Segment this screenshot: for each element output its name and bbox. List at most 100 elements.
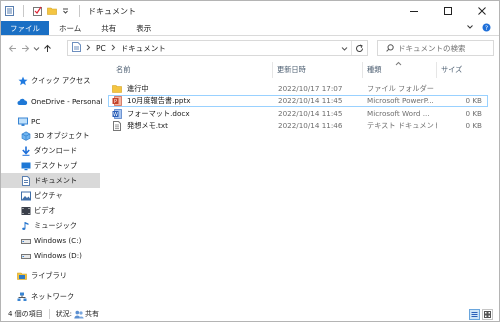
back-button[interactable] bbox=[6, 40, 19, 56]
file-row-txt[interactable]: 発想メモ.txt 2022/10/14 11:46 テキスト ドキュメント 0 … bbox=[108, 120, 488, 132]
nav-pictures[interactable]: ピクチャ bbox=[1, 188, 100, 203]
download-icon bbox=[21, 146, 31, 156]
nav-label: ドキュメント bbox=[34, 175, 78, 185]
cloud-icon bbox=[17, 97, 28, 107]
up-button[interactable] bbox=[41, 40, 54, 56]
file-type: ファイル フォルダー bbox=[367, 84, 434, 93]
breadcrumb-documents[interactable]: ドキュメント bbox=[121, 43, 166, 54]
folder-icon bbox=[112, 84, 122, 94]
svg-text:W: W bbox=[113, 112, 118, 118]
drive-icon bbox=[21, 236, 31, 246]
window-controls bbox=[397, 1, 499, 21]
nav-label: ピクチャ bbox=[34, 190, 63, 200]
svg-text:P: P bbox=[114, 99, 117, 105]
nav-drive-d[interactable]: Windows (D:) bbox=[1, 248, 100, 263]
desktop-icon bbox=[21, 161, 31, 171]
nav-desktop[interactable]: デスクトップ bbox=[1, 158, 100, 173]
tab-view[interactable]: 表示 bbox=[126, 21, 161, 35]
column-header-type[interactable]: 種類 bbox=[367, 62, 381, 78]
refresh-button[interactable] bbox=[351, 41, 367, 55]
breadcrumb-pc[interactable]: PC bbox=[96, 44, 106, 53]
column-divider[interactable] bbox=[436, 62, 437, 78]
search-input[interactable] bbox=[398, 43, 493, 53]
tab-share[interactable]: 共有 bbox=[91, 21, 126, 35]
large-icons-view-button[interactable] bbox=[482, 309, 493, 320]
file-row-pptx[interactable]: P 10月度報告書.pptx 2022/10/14 11:45 Microsof… bbox=[108, 95, 488, 107]
column-header-modified[interactable]: 更新日時 bbox=[277, 62, 306, 78]
nav-label: ライブラリ bbox=[31, 270, 67, 280]
toolbar-divider bbox=[23, 5, 24, 17]
search-icon bbox=[386, 44, 394, 52]
help-icon[interactable]: ? bbox=[482, 23, 491, 34]
recent-locations-button[interactable] bbox=[32, 40, 41, 56]
quick-access-toolbar bbox=[1, 5, 84, 17]
word-icon: W bbox=[112, 109, 122, 119]
network-icon bbox=[17, 292, 27, 302]
expand-ribbon-icon[interactable] bbox=[466, 23, 474, 33]
column-divider[interactable] bbox=[362, 62, 363, 78]
file-size: 0 KB bbox=[465, 96, 482, 105]
file-size: 0 KB bbox=[465, 121, 482, 130]
file-type: Microsoft PowerP... bbox=[367, 96, 434, 105]
nav-label: Windows (C:) bbox=[34, 236, 82, 245]
nav-downloads[interactable]: ダウンロード bbox=[1, 143, 100, 158]
nav-3d-objects[interactable]: 3D オブジェクト bbox=[1, 128, 100, 143]
file-size: 0 KB bbox=[465, 109, 482, 118]
star-icon bbox=[18, 76, 28, 86]
svg-text:?: ? bbox=[485, 24, 488, 32]
nav-pc[interactable]: PC bbox=[1, 114, 100, 129]
nav-music[interactable]: ミュージック bbox=[1, 218, 100, 233]
file-type: テキスト ドキュメント bbox=[367, 121, 437, 130]
picture-icon bbox=[21, 191, 31, 201]
nav-quick-access[interactable]: クイック アクセス bbox=[1, 73, 100, 88]
powerpoint-icon: P bbox=[112, 96, 122, 106]
item-count: 4 個の項目 bbox=[8, 310, 43, 318]
video-icon bbox=[21, 206, 31, 216]
file-date: 2022/10/14 11:46 bbox=[278, 121, 343, 130]
forward-button[interactable] bbox=[19, 40, 32, 56]
file-type: Microsoft Word ... bbox=[367, 109, 430, 118]
column-header-size[interactable]: サイズ bbox=[441, 62, 462, 78]
checkbox-icon[interactable] bbox=[33, 6, 42, 16]
properties-icon[interactable] bbox=[5, 6, 14, 16]
maximize-button[interactable] bbox=[431, 1, 465, 21]
column-header-name[interactable]: 名前 bbox=[116, 62, 130, 78]
details-view-button[interactable] bbox=[469, 309, 480, 320]
file-date: 2022/10/14 11:45 bbox=[278, 109, 343, 118]
nav-drive-c[interactable]: Windows (C:) bbox=[1, 233, 100, 248]
nav-label: PC bbox=[31, 117, 41, 126]
text-file-icon bbox=[112, 121, 122, 131]
file-name: 進行中 bbox=[127, 84, 149, 93]
computer-icon bbox=[18, 117, 28, 127]
toolbar-divider bbox=[79, 5, 80, 17]
nav-label: Windows (D:) bbox=[34, 251, 82, 260]
file-list: 名前 更新日時 種類 サイズ 進行中 2022/10/17 17:07 ファイル… bbox=[102, 59, 499, 306]
nav-label: ビデオ bbox=[34, 205, 56, 215]
address-dropdown-icon[interactable] bbox=[337, 41, 351, 55]
nav-network[interactable]: ネットワーク bbox=[1, 289, 100, 304]
nav-label: ミュージック bbox=[34, 220, 77, 230]
breadcrumb-separator-icon[interactable] bbox=[86, 44, 91, 53]
nav-videos[interactable]: ビデオ bbox=[1, 203, 100, 218]
ribbon-tabs: ファイル ホーム 共有 表示 ? bbox=[1, 21, 499, 36]
minimize-button[interactable] bbox=[397, 1, 431, 21]
address-row: PC ドキュメント bbox=[1, 37, 499, 59]
close-button[interactable] bbox=[465, 1, 499, 21]
nav-libraries[interactable]: ライブラリ bbox=[1, 268, 100, 283]
breadcrumb: PC ドキュメント bbox=[68, 42, 166, 54]
folder-icon[interactable] bbox=[47, 6, 57, 16]
tab-home[interactable]: ホーム bbox=[49, 21, 91, 35]
breadcrumb-separator-icon[interactable] bbox=[111, 44, 116, 53]
address-bar[interactable]: PC ドキュメント bbox=[67, 40, 368, 56]
chevron-down-icon[interactable] bbox=[61, 6, 70, 16]
column-divider[interactable] bbox=[272, 62, 273, 78]
nav-documents[interactable]: ドキュメント bbox=[1, 173, 100, 188]
search-box[interactable] bbox=[377, 40, 494, 56]
tab-file[interactable]: ファイル bbox=[1, 21, 49, 35]
window-title: ドキュメント bbox=[88, 6, 136, 16]
file-row-docx[interactable]: W フォーマット.docx 2022/10/14 11:45 Microsoft… bbox=[108, 108, 488, 120]
nav-label: ダウンロード bbox=[34, 145, 78, 155]
file-row-folder[interactable]: 進行中 2022/10/17 17:07 ファイル フォルダー bbox=[108, 83, 488, 95]
file-date: 2022/10/14 11:45 bbox=[278, 96, 343, 105]
nav-onedrive[interactable]: OneDrive - Personal bbox=[1, 94, 103, 109]
